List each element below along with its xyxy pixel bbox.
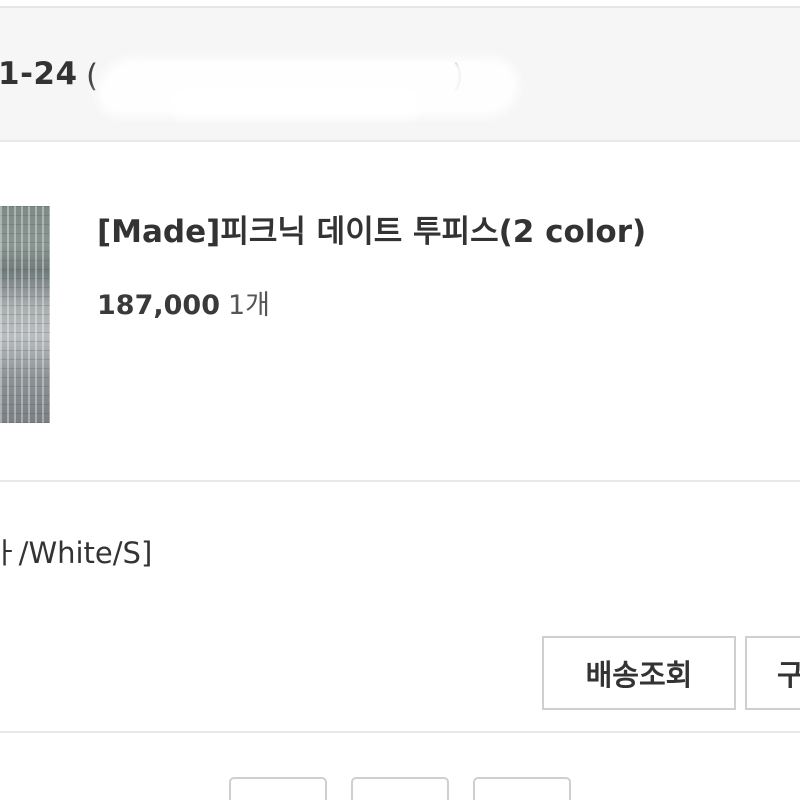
pagination-button-1[interactable] [229,777,327,800]
product-item: [Made]피크닉 데이트 투피스(2 color) 187,000 1개 [0,140,800,482]
product-price: 187,000 [97,290,220,321]
product-thumbnail[interactable] [0,206,50,423]
redacted-order-info-overlay [170,88,420,118]
order-detail-page: 1-24 ( ) [Made]피크닉 데이트 투피스(2 color) 187,… [0,0,800,800]
pagination-button-3[interactable] [473,777,571,800]
product-option: ㅏ/White/S] [0,536,153,570]
order-header: 1-24 ( ) [0,6,800,142]
secondary-action-button[interactable]: 구 [745,636,800,710]
order-date-paren-open: ( [86,58,99,94]
pagination-button-2[interactable] [351,777,449,800]
order-number: 1-24 [0,56,78,92]
product-name[interactable]: [Made]피크닉 데이트 투피스(2 color) [97,206,646,251]
delivery-tracking-button[interactable]: 배송조회 [542,636,736,710]
section-divider [0,731,800,733]
product-quantity: 1개 [227,290,271,321]
product-price-row: 187,000 1개 [97,283,270,322]
